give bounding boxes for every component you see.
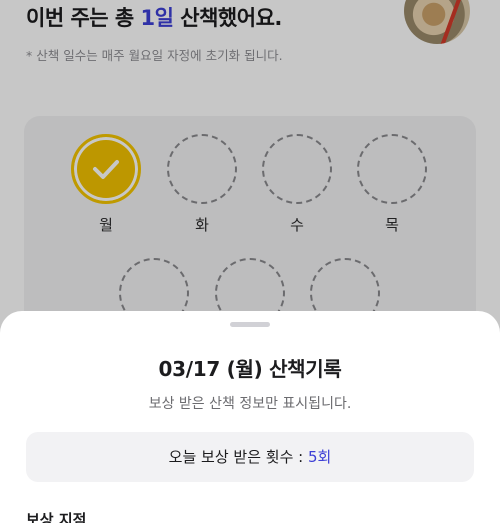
reward-count-box: 오늘 보상 받은 횟수 : 5회 bbox=[26, 432, 474, 482]
reward-count-value: 5회 bbox=[307, 448, 332, 466]
walk-record-bottom-sheet: 03/17 (월) 산책기록 보상 받은 산책 정보만 표시됩니다. 오늘 보상… bbox=[0, 311, 500, 523]
reward-count-label: 오늘 보상 받은 횟수 : bbox=[168, 448, 308, 466]
sheet-subtitle: 보상 받은 산책 정보만 표시됩니다. bbox=[148, 396, 352, 412]
sheet-drag-handle[interactable] bbox=[230, 322, 270, 327]
sheet-title: 03/17 (월) 산책기록 bbox=[158, 357, 342, 381]
reward-points-section-title: 보상 지점 bbox=[26, 511, 87, 523]
